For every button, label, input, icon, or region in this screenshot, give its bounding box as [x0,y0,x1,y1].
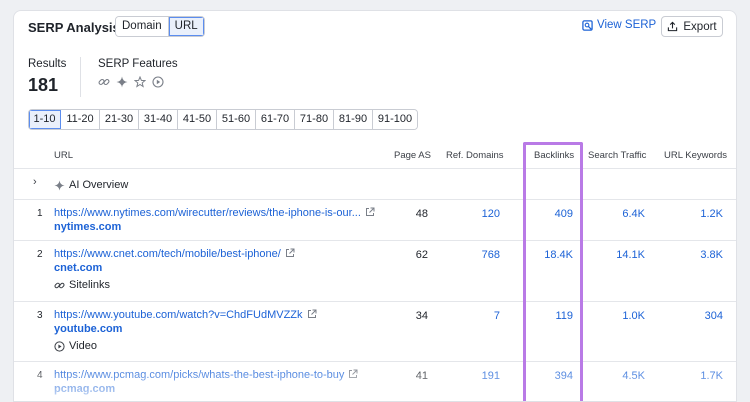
search-traffic-value[interactable]: 4.5K [598,370,645,382]
page-61-70[interactable]: 61-70 [256,110,295,129]
page-1-10[interactable]: 1-10 [29,110,61,129]
url-keywords-value[interactable]: 3.8K [674,249,723,261]
search-traffic-value[interactable]: 14.1K [598,249,645,261]
row-number: 3 [37,310,43,321]
col-header-search-traffic[interactable]: Search Traffic [588,150,646,161]
page-11-20[interactable]: 11-20 [61,110,100,129]
page-title: SERP Analysis [28,20,120,35]
col-header-page-as[interactable]: Page AS [394,150,431,161]
ai-overview-row[interactable]: AI Overview [54,179,128,191]
col-header-ref-domains[interactable]: Ref. Domains [446,150,504,161]
ref-domains-value[interactable]: 191 [454,370,500,382]
url-keywords-value[interactable]: 1.2K [674,208,723,220]
ai-overview-label: AI Overview [69,179,129,191]
page-as-value: 41 [415,370,428,382]
sparkle-icon [54,179,65,191]
ai-overview-expand-icon[interactable]: › [33,176,37,188]
view-serp-label: View SERP [597,19,657,31]
url-keywords-value[interactable]: 1.7K [674,370,723,382]
video-feature: Video [54,340,97,352]
page-41-50[interactable]: 41-50 [178,110,217,129]
page-81-90[interactable]: 81-90 [334,110,373,129]
sparkle-icon[interactable] [116,76,128,88]
tab-domain[interactable]: Domain [116,17,169,36]
ref-domains-value[interactable]: 120 [454,208,500,220]
pagination: 1-10 11-20 21-30 31-40 41-50 51-60 61-70… [28,109,418,130]
search-traffic-value[interactable]: 6.4K [598,208,645,220]
result-url-link[interactable]: https://www.youtube.com/watch?v=ChdFUdMV… [54,309,317,321]
view-serp-link[interactable]: View SERP [582,19,656,31]
link-icon [54,282,65,288]
page-51-60[interactable]: 51-60 [217,110,256,129]
serp-analysis-card: SERP Analysis Domain URL View SERP Expor… [13,10,737,402]
result-url-link[interactable]: https://www.cnet.com/tech/mobile/best-ip… [54,248,295,260]
result-url[interactable]: https://www.youtube.com/watch?v=ChdFUdMV… [54,309,303,321]
sitelinks-feature: Sitelinks [54,279,110,291]
tab-url[interactable]: URL [168,17,204,36]
page-as-value: 62 [415,249,428,261]
view-mode-tabs: Domain URL [115,16,205,37]
col-header-url[interactable]: URL [54,150,73,161]
results-label: Results [28,58,67,70]
page-71-80[interactable]: 71-80 [295,110,334,129]
row-number: 2 [37,249,43,260]
video-label: Video [69,340,97,352]
result-url[interactable]: https://www.pcmag.com/picks/whats-the-be… [54,369,344,381]
result-url[interactable]: https://www.cnet.com/tech/mobile/best-ip… [54,248,281,260]
row-divider [14,240,736,241]
sitelinks-label: Sitelinks [69,279,110,291]
results-count: 181 [28,75,59,95]
page-as-value: 48 [415,208,428,220]
page-21-30[interactable]: 21-30 [100,110,139,129]
view-serp-icon [582,19,593,31]
page-91-100[interactable]: 91-100 [373,110,417,129]
external-link-icon[interactable] [348,369,358,379]
result-url[interactable]: https://www.nytimes.com/wirecutter/revie… [54,207,361,219]
result-domain[interactable]: pcmag.com [54,383,115,395]
header-divider [14,168,736,169]
backlinks-column-highlight [523,142,583,401]
result-url-link[interactable]: https://www.pcmag.com/picks/whats-the-be… [54,369,358,381]
row-number: 1 [37,208,43,219]
page-as-value: 34 [415,310,428,322]
summary-divider [80,57,81,97]
row-divider [14,361,736,362]
external-link-icon[interactable] [285,248,295,258]
play-circle-icon[interactable] [152,76,164,88]
row-divider [14,301,736,302]
ref-domains-value[interactable]: 7 [454,310,500,322]
external-link-icon[interactable] [307,309,317,319]
export-button[interactable]: Export [661,16,723,37]
result-domain[interactable]: nytimes.com [54,221,121,233]
export-label: Export [683,20,717,33]
link-icon[interactable] [98,76,110,88]
play-circle-icon [54,340,65,352]
search-traffic-value[interactable]: 1.0K [598,310,645,322]
result-domain[interactable]: youtube.com [54,323,122,335]
external-link-icon[interactable] [365,207,375,217]
row-divider [14,199,736,200]
serp-features-icons [98,76,164,88]
row-number: 4 [37,370,43,381]
serp-features-label: SERP Features [98,58,178,70]
ref-domains-value[interactable]: 768 [454,249,500,261]
col-header-url-keywords[interactable]: URL Keywords [664,150,727,161]
export-icon [668,21,678,32]
result-domain[interactable]: cnet.com [54,262,102,274]
url-keywords-value[interactable]: 304 [674,310,723,322]
page-31-40[interactable]: 31-40 [139,110,178,129]
result-url-link[interactable]: https://www.nytimes.com/wirecutter/revie… [54,207,375,219]
star-icon[interactable] [134,76,146,88]
